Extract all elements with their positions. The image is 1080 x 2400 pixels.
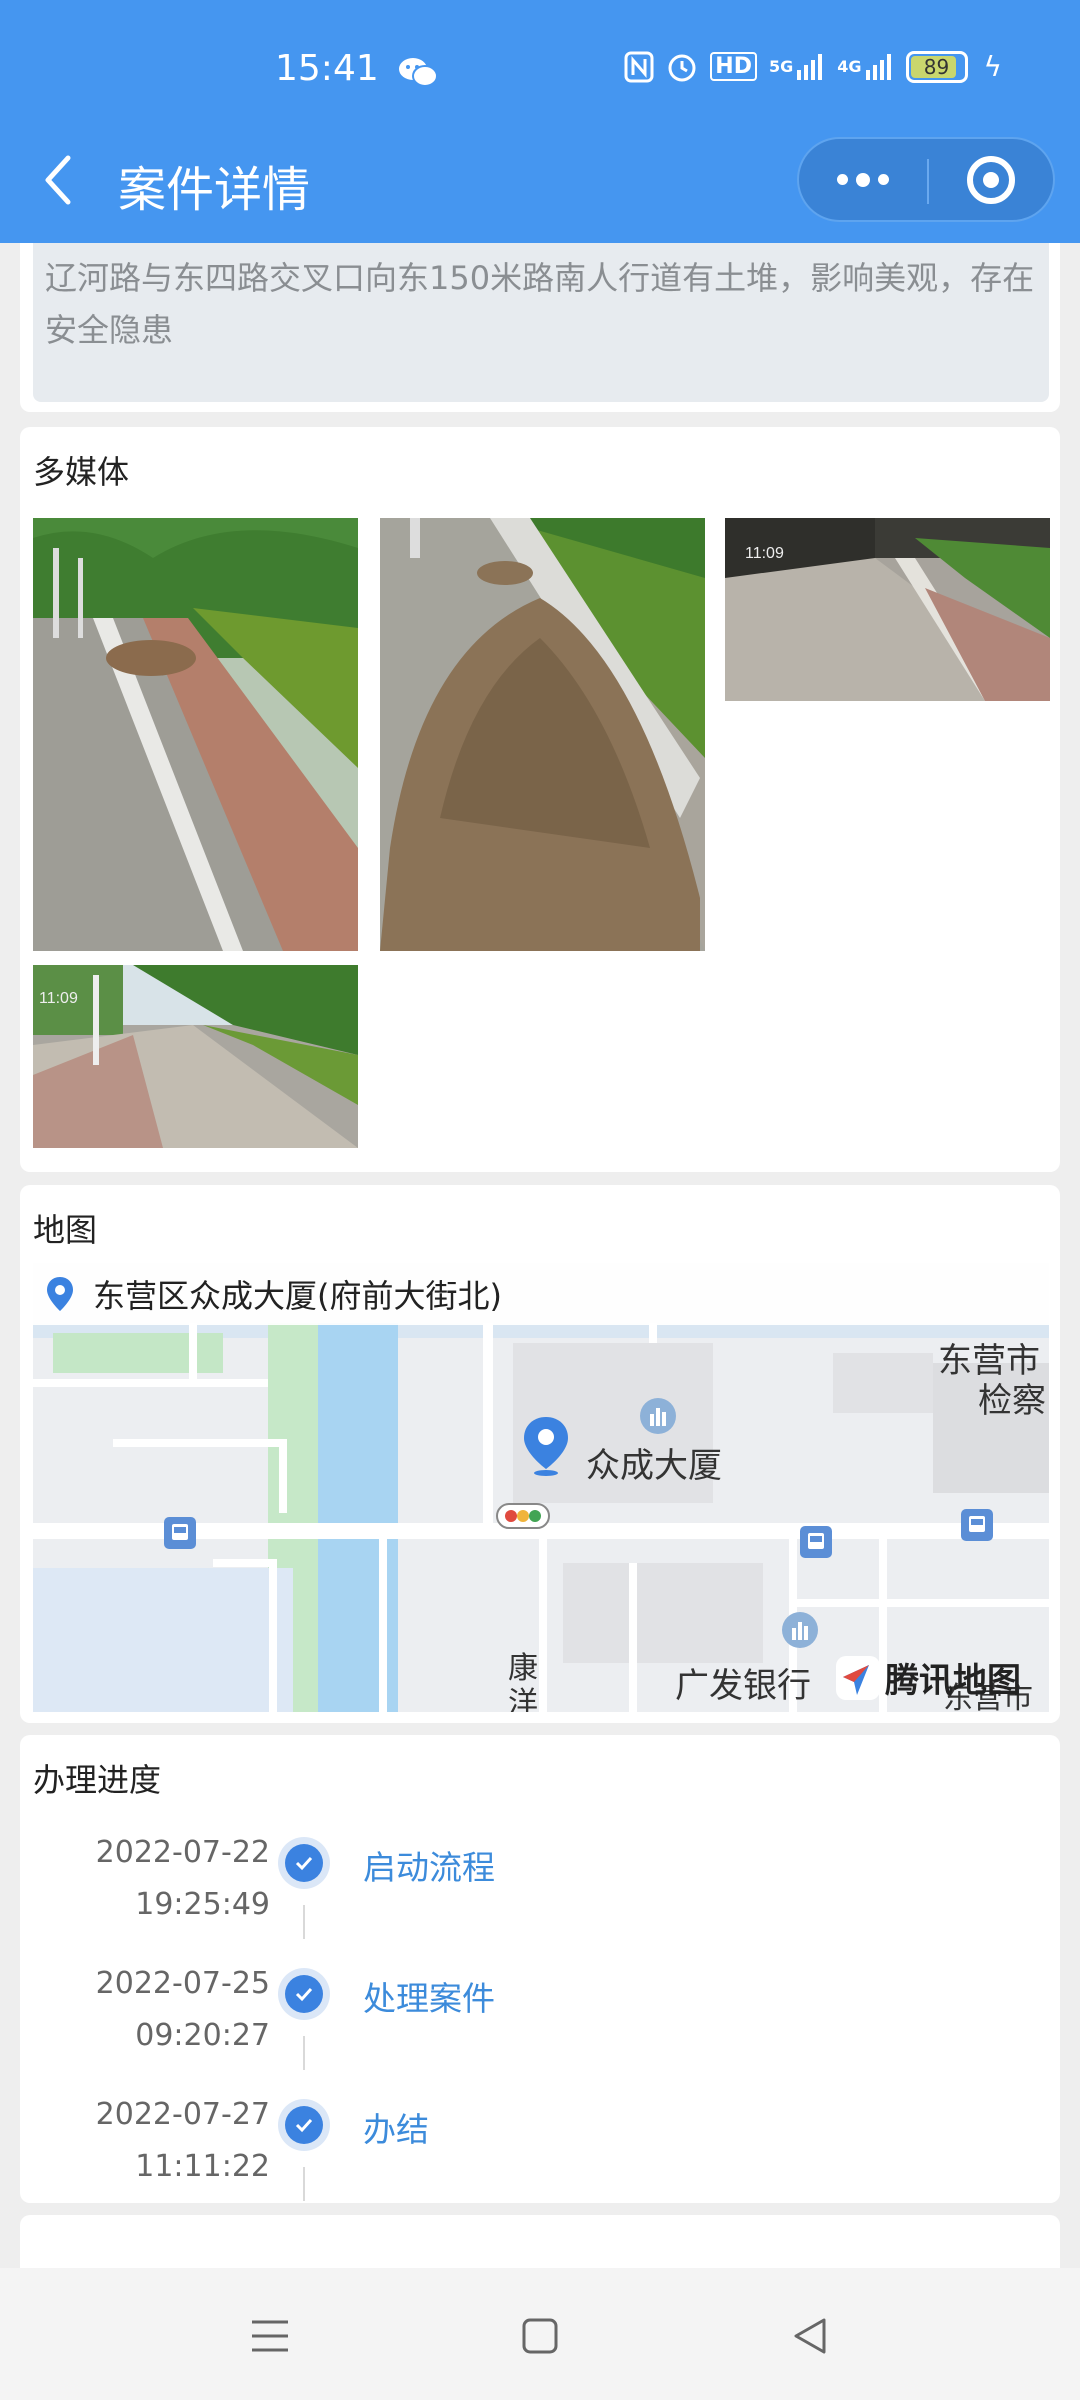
4g-label: 4G [837,57,862,76]
map-address-bar: 东营区众成大厦(府前大街北) [33,1263,1049,1325]
charging-icon: ϟ [983,50,1002,83]
map-label-bottom-left-2: 洋 [508,1686,538,1712]
map-view[interactable]: 东营区众成大厦(府前大街北) 众成大厦 东营市 检察 康 洋 广发银行 东营市 … [33,1263,1049,1712]
media-title: 多媒体 [33,453,130,491]
hd-icon: HD [710,52,757,81]
map-label-bank: 广发银行 [675,1666,811,1706]
map-provider-logo: 腾讯地图 [835,1653,1021,1702]
step-date: 2022-07-27 [95,2097,270,2132]
status-time: 15:41 [275,48,379,89]
description-text: 辽河路与东四路交叉口向东150米路南人行道有土堆，影响美观，存在安全隐患 [45,259,1035,349]
step-date: 2022-07-25 [95,1966,270,2001]
photo-1[interactable] [33,518,358,951]
progress-step: 2022-07-22 19:25:49 启动流程 [20,1827,1060,1957]
back-button[interactable] [38,150,78,210]
map-card: 地图 东营区众成大厦(府前大街北) 众成大厦 东营市 检察 康 洋 广发银行 东… [20,1185,1060,1723]
progress-card: 办理进度 2022-07-22 19:25:49 启动流程 2022-07-25… [20,1735,1060,2203]
5g-signal-icon [797,53,823,80]
alarm-icon [668,54,696,81]
page-title: 案件详情 [118,162,311,218]
progress-step: 2022-07-27 11:11:22 办结 [20,2089,1060,2219]
step-time: 09:20:27 [135,2018,270,2053]
wechat-icon [399,58,438,87]
photo-3[interactable]: 11:09 [725,518,1050,701]
step-label[interactable]: 处理案件 [363,1972,495,2020]
bank-poi-icon [782,1612,818,1648]
4g-signal-icon [865,53,891,80]
location-marker-icon [524,1417,568,1476]
map-label-top-right-2: 检察 [978,1381,1046,1421]
progress-title: 办理进度 [33,1761,162,1799]
more-dot [878,174,889,185]
photo-4[interactable]: 11:09 [33,965,358,1148]
more-dot [837,174,848,185]
mini-program-capsule [797,137,1055,222]
map-label-building: 众成大厦 [586,1446,722,1486]
bus-stop-icon [164,1517,196,1549]
photo-2[interactable] [380,518,705,951]
more-dot [856,172,870,187]
building-poi-icon [640,1398,676,1434]
bus-stop-icon [961,1509,993,1541]
system-nav-bar [0,2268,1080,2400]
close-mini-program-button[interactable] [929,139,1053,220]
nav-back-button[interactable] [780,2306,840,2366]
bus-stop-icon [800,1526,832,1558]
step-label[interactable]: 启动流程 [363,1841,495,1889]
nfc-icon [624,51,654,82]
status-icons: HD 5G 4G 89 ϟ [624,50,1002,83]
map-canvas [33,1263,1049,1712]
check-icon [278,1837,330,1889]
more-button[interactable] [799,139,927,220]
5g-label: 5G [768,57,794,76]
map-address-text: 东营区众成大厦(府前大街北) [93,1277,502,1315]
traffic-light-icon [496,1503,550,1529]
menu-button[interactable] [240,2306,300,2366]
step-connector [303,1905,305,1939]
location-pin-icon [47,1277,73,1311]
battery-level: 89 [923,54,950,79]
check-icon [278,2099,330,2151]
step-label[interactable]: 办结 [363,2103,429,2151]
photo-4-timestamp: 11:09 [39,990,78,1007]
tencent-map-logo-icon [836,1655,880,1700]
top-bar: 15:41 HD 5G 4G 89 ϟ 案件详情 [0,0,1080,243]
target-close-icon [967,155,1015,204]
check-icon [278,1968,330,2020]
map-title: 地图 [33,1211,98,1249]
battery-icon: 89 [905,50,968,83]
home-square-icon [522,2318,558,2354]
step-connector [303,2167,305,2201]
home-button[interactable] [510,2306,570,2366]
next-card [20,2215,1060,2275]
step-date: 2022-07-22 [95,1835,270,1870]
photo-3-timestamp: 11:09 [745,545,784,562]
progress-step: 2022-07-25 09:20:27 处理案件 [20,1958,1060,2088]
step-time: 11:11:22 [135,2149,270,2184]
menu-icon [252,2320,288,2352]
map-provider-text: 腾讯地图 [885,1661,1021,1701]
step-time: 19:25:49 [135,1887,270,1922]
media-card: 多媒体 11:09 11:09 [20,427,1060,1172]
step-connector [303,2036,305,2070]
back-triangle-icon [794,2318,826,2354]
